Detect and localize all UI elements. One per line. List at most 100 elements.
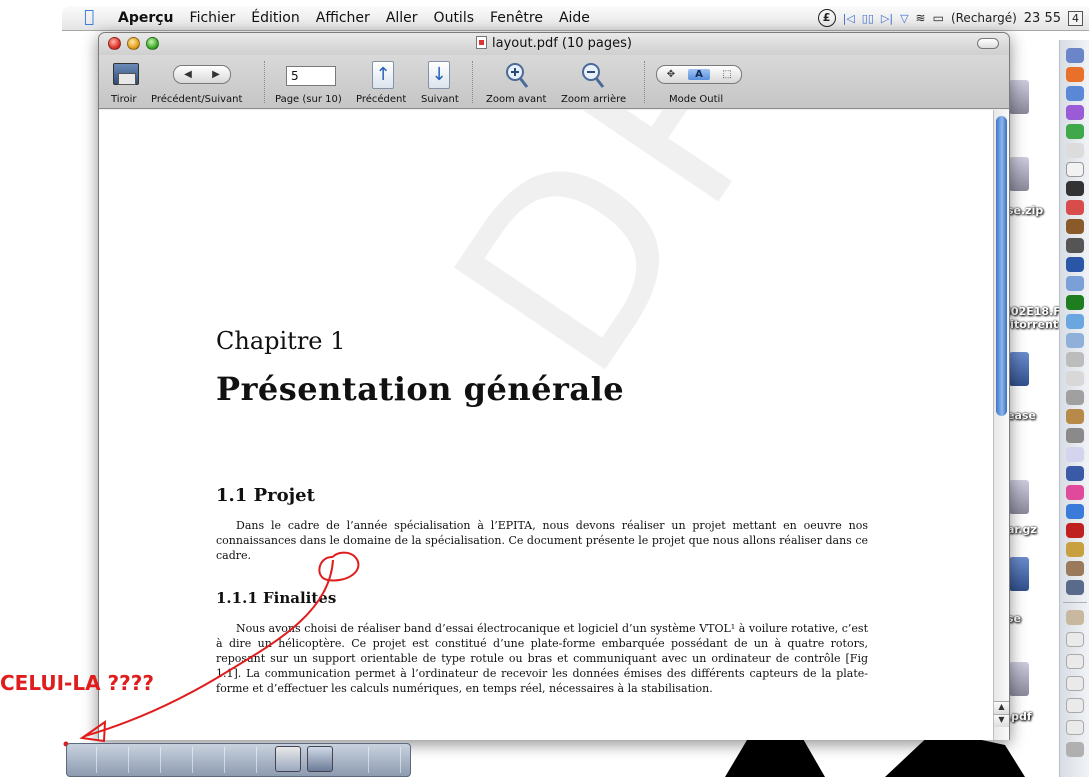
dock-slot[interactable] [165,747,193,773]
menu-outils[interactable]: Outils [434,10,474,26]
next-page-icon[interactable]: ↓ [428,61,450,89]
dock-preview-icon[interactable] [275,746,301,772]
dock-app-icon[interactable] [1066,105,1084,120]
dock-ichat-icon[interactable] [1066,124,1084,139]
dock-app2-icon[interactable] [1066,219,1084,234]
dock-window-icon[interactable] [307,746,333,772]
desktop-pdf-icon[interactable] [1009,662,1029,696]
desktop-label-targz[interactable]: ar.gz [1007,523,1037,536]
battery-icon[interactable]: ▭ [933,11,944,25]
drawer-icon[interactable] [113,63,139,85]
previous-page-icon[interactable]: ↑ [372,61,394,89]
dock-trash-icon[interactable] [1066,742,1084,757]
toolbar-toggle-button[interactable] [977,38,999,49]
dock-app8-icon[interactable] [1066,352,1084,367]
prev-arrow-icon[interactable]: ◀ [184,69,192,80]
dock-doc2-icon[interactable] [1066,654,1084,669]
dock-app18-icon[interactable] [1066,542,1084,557]
dock-app16-icon[interactable] [1066,504,1084,519]
next-arrow-icon[interactable]: ▶ [212,69,220,80]
document-view[interactable]: DRAFT Chapitre 1 Présentation générale 1… [99,110,993,740]
desktop-label-torrent[interactable]: vitorrent [1003,318,1058,331]
move-tool-icon[interactable]: ✥ [660,69,682,80]
desktop-label-zip[interactable]: se.zip [1007,204,1043,217]
menu-fichier[interactable]: Fichier [190,10,236,26]
spaces-indicator[interactable]: 4 [1068,10,1083,26]
menu-afficher[interactable]: Afficher [316,10,370,26]
dock-app14-icon[interactable] [1066,466,1084,481]
dock-app10-icon[interactable] [1066,390,1084,405]
dock-utility-icon[interactable] [1066,200,1084,215]
dock-app13-icon[interactable] [1066,447,1084,462]
dock-safari-icon[interactable] [1066,86,1084,101]
desktop-app-icon[interactable] [1009,247,1029,281]
dock-doc4-icon[interactable] [1066,698,1084,713]
media-previous-icon[interactable]: |◁ [843,12,855,25]
desktop-label-episode[interactable]: S02E18.F [1003,305,1061,318]
drawer-label[interactable]: Tiroir [111,94,136,105]
desktop-folder2-icon[interactable] [1009,557,1029,591]
dock-app3-icon[interactable] [1066,238,1084,253]
dock-app15-icon[interactable] [1066,485,1084,500]
media-menu-icon[interactable]: ▽ [900,12,908,25]
dock-firefox-icon[interactable] [1066,67,1084,82]
prev-next-segmented[interactable]: ◀ ▶ [173,65,231,84]
desktop-drive-icon[interactable] [1009,80,1029,114]
desktop-archive-icon[interactable] [1009,480,1029,514]
menu-aller[interactable]: Aller [386,10,418,26]
dock-app6-icon[interactable] [1066,314,1084,329]
dock-doc3-icon[interactable] [1066,676,1084,691]
dock-app12-icon[interactable] [1066,428,1084,443]
dock-slot[interactable] [69,747,97,773]
dock-slot[interactable] [373,747,401,773]
dock-slot[interactable] [133,747,161,773]
desktop-label-release[interactable]: ease [1007,409,1036,422]
zoom-in-label[interactable]: Zoom avant [486,94,546,105]
select-tool-icon[interactable]: ⬚ [716,69,738,80]
zoom-out-icon[interactable] [580,61,606,91]
window-titlebar[interactable]: layout.pdf (10 pages) [99,33,1009,55]
dock-doc5-icon[interactable] [1066,720,1084,735]
dock-app17-icon[interactable] [1066,523,1084,538]
menu-edition[interactable]: Édition [251,10,299,26]
text-tool-button[interactable]: A [688,69,710,80]
dock-finder-icon[interactable] [1066,48,1084,63]
vertical-scrollbar[interactable]: ▲ ▼ [993,110,1009,740]
apple-menu-icon[interactable]:  [84,7,94,27]
media-next-icon[interactable]: ▷| [881,12,893,25]
desktop-label-pdf[interactable]: .pdf [1007,710,1032,723]
desktop-folder-icon[interactable] [1009,352,1029,386]
dock-slot[interactable] [341,747,369,773]
dock-app20-icon[interactable] [1066,580,1084,595]
script-menu-icon[interactable]: £ [817,9,836,27]
dock-doc1-icon[interactable] [1066,632,1084,647]
dock-slot[interactable] [101,747,129,773]
page-number-field[interactable]: 5 [286,66,336,86]
dock-app19-icon[interactable] [1066,561,1084,576]
dock-stack-icon[interactable] [1066,610,1084,625]
dock-slot[interactable] [229,747,257,773]
media-pause-icon[interactable]: ▯▯ [862,12,874,25]
next-label[interactable]: Suivant [421,94,459,105]
dock-ical-icon[interactable] [1066,162,1084,177]
zoom-out-label[interactable]: Zoom arrière [561,94,626,105]
zoom-in-icon[interactable] [504,61,530,91]
dock-app4-icon[interactable] [1066,257,1084,272]
scroll-up-icon[interactable]: ▲ [994,701,1009,714]
dock-activity-icon[interactable] [1066,295,1084,310]
previous-label[interactable]: Précédent [356,94,406,105]
wifi-icon[interactable]: ≋ [916,11,926,25]
dock-app11-icon[interactable] [1066,409,1084,424]
battery-status[interactable]: (Rechargé) [951,11,1017,25]
menu-clock[interactable]: 23 55 [1024,11,1061,26]
dock-app9-icon[interactable] [1066,371,1084,386]
mode-tool-segmented[interactable]: ✥ A ⬚ [656,65,742,84]
dock-terminal-icon[interactable] [1066,181,1084,196]
desktop-file-icon[interactable] [1009,157,1029,191]
dock-slot[interactable] [197,747,225,773]
menu-aide[interactable]: Aide [559,10,590,26]
dock-addressbook-icon[interactable] [1066,143,1084,158]
scroll-down-icon[interactable]: ▼ [994,714,1009,727]
dock-app7-icon[interactable] [1066,333,1084,348]
dock-app5-icon[interactable] [1066,276,1084,291]
